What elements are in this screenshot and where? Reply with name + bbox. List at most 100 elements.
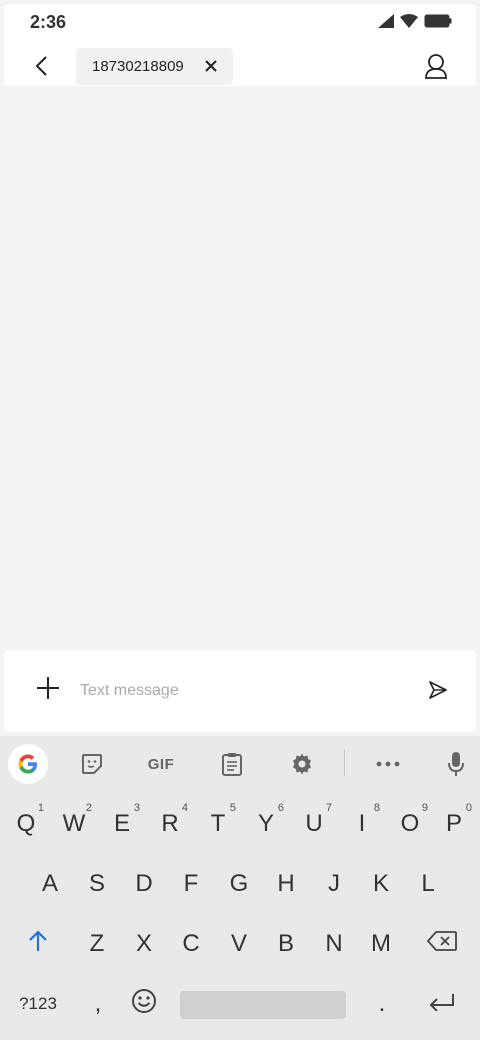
keyboard: GIF Q1 W2 E3 R4 T5 Y6 U7 I8 O9 P0 A S D …: [0, 736, 480, 1040]
key-k[interactable]: K: [357, 856, 405, 912]
key-p-label: P: [445, 810, 462, 837]
backspace-key[interactable]: [416, 916, 468, 972]
emoji-key[interactable]: [120, 976, 168, 1032]
key-m[interactable]: M: [357, 916, 405, 972]
key-c[interactable]: C: [167, 916, 215, 972]
keyboard-toolbar: GIF: [0, 736, 480, 790]
clipboard-icon[interactable]: [212, 744, 252, 784]
recipient-number: 18730218809: [92, 58, 184, 75]
gif-label: GIF: [147, 755, 175, 773]
key-u-hint: 7: [325, 802, 332, 814]
gear-icon[interactable]: [282, 744, 322, 784]
key-w-label: W: [62, 810, 86, 837]
key-d-label: D: [135, 870, 153, 897]
key-c-label: C: [182, 930, 200, 957]
symbols-key[interactable]: ?123: [10, 976, 66, 1032]
key-v[interactable]: V: [215, 916, 263, 972]
key-s[interactable]: S: [73, 856, 121, 912]
google-icon[interactable]: [8, 744, 48, 784]
shift-key[interactable]: [14, 916, 62, 972]
key-m-label: M: [371, 930, 391, 957]
key-d[interactable]: D: [120, 856, 168, 912]
key-r-label: R: [161, 810, 179, 837]
comma-key[interactable]: ,: [74, 976, 122, 1032]
key-i-hint: 8: [373, 802, 380, 814]
key-e-label: E: [113, 810, 130, 837]
key-q-label: Q: [16, 810, 36, 837]
contact-button[interactable]: [416, 48, 456, 88]
add-attachment-button[interactable]: [28, 670, 68, 710]
key-e-hint: 3: [133, 802, 140, 814]
key-x-label: X: [135, 930, 152, 957]
key-a[interactable]: A: [26, 856, 74, 912]
key-h[interactable]: H: [262, 856, 310, 912]
key-l[interactable]: L: [404, 856, 452, 912]
wifi-icon: [400, 14, 418, 33]
key-o[interactable]: O9: [386, 796, 434, 852]
status-time: 2:36: [30, 12, 67, 32]
message-input[interactable]: [80, 672, 400, 710]
mic-icon[interactable]: [436, 744, 476, 784]
key-y[interactable]: Y6: [242, 796, 290, 852]
key-q-hint: 1: [37, 802, 44, 814]
key-w[interactable]: W2: [50, 796, 98, 852]
compose-bar: [4, 650, 476, 732]
close-icon[interactable]: [201, 56, 221, 76]
key-j-label: J: [328, 870, 340, 897]
key-j[interactable]: J: [310, 856, 358, 912]
emoji-icon: [131, 988, 157, 1021]
toolbar-divider: [344, 750, 345, 776]
key-i[interactable]: I8: [338, 796, 386, 852]
key-b-label: B: [277, 930, 294, 957]
more-icon[interactable]: [368, 744, 408, 784]
key-e[interactable]: E3: [98, 796, 146, 852]
key-y-label: Y: [257, 810, 274, 837]
contact-icon: [424, 53, 448, 84]
plus-icon: [37, 676, 59, 704]
period-key-label: .: [378, 990, 386, 1017]
key-h-label: H: [277, 870, 295, 897]
sticker-icon[interactable]: [72, 744, 112, 784]
comma-key-label: ,: [94, 990, 102, 1017]
key-o-hint: 9: [421, 802, 428, 814]
status-icons: [378, 14, 452, 33]
app-header: 2:36 18730218809: [4, 4, 476, 86]
key-a-label: A: [41, 870, 58, 897]
key-r-hint: 4: [181, 802, 188, 814]
enter-key[interactable]: [418, 976, 466, 1032]
key-q[interactable]: Q1: [2, 796, 50, 852]
key-i-label: I: [358, 810, 366, 837]
signal-icon: [378, 14, 394, 33]
key-g-label: G: [229, 870, 249, 897]
shift-icon: [28, 929, 48, 959]
space-key[interactable]: [180, 991, 346, 1019]
send-button[interactable]: [418, 672, 458, 712]
key-p-hint: 0: [465, 802, 472, 814]
key-p[interactable]: P0: [430, 796, 478, 852]
key-u[interactable]: U7: [290, 796, 338, 852]
key-t-label: T: [210, 810, 226, 837]
back-button[interactable]: [22, 48, 62, 88]
key-y-hint: 6: [277, 802, 284, 814]
key-l-label: L: [421, 870, 435, 897]
key-x[interactable]: X: [120, 916, 168, 972]
symbols-key-label: ?123: [19, 994, 57, 1013]
key-v-label: V: [230, 930, 247, 957]
key-r[interactable]: R4: [146, 796, 194, 852]
key-f[interactable]: F: [167, 856, 215, 912]
enter-icon: [429, 990, 455, 1018]
key-g[interactable]: G: [215, 856, 263, 912]
gif-button[interactable]: GIF: [141, 744, 181, 784]
back-arrow-icon: [34, 55, 50, 82]
key-z-label: Z: [89, 930, 105, 957]
key-t-hint: 5: [229, 802, 236, 814]
key-t[interactable]: T5: [194, 796, 242, 852]
key-n[interactable]: N: [310, 916, 358, 972]
key-z[interactable]: Z: [73, 916, 121, 972]
key-b[interactable]: B: [262, 916, 310, 972]
key-n-label: N: [325, 930, 343, 957]
period-key[interactable]: .: [358, 976, 406, 1032]
recipient-chip[interactable]: 18730218809: [76, 48, 233, 85]
send-icon: [428, 680, 448, 705]
key-w-hint: 2: [85, 802, 92, 814]
